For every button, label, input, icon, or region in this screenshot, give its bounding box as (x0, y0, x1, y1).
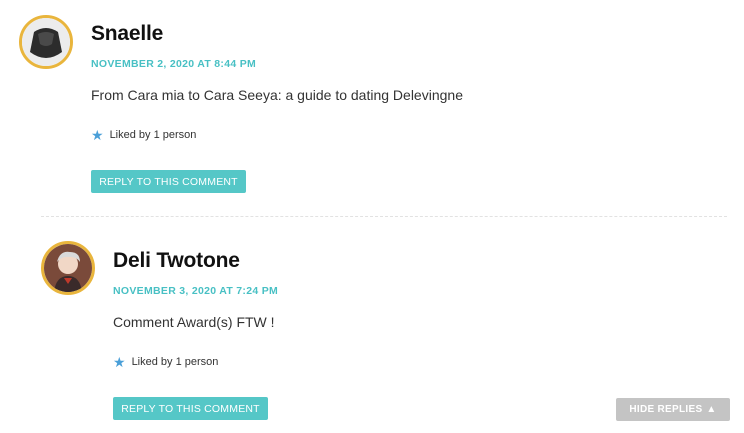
reply-button[interactable]: REPLY TO THIS COMMENT (113, 397, 268, 420)
hide-replies-button[interactable]: HIDE REPLIES ▲ (616, 398, 730, 421)
likes-indicator: ★ Liked by 1 person (91, 128, 196, 142)
likes-text[interactable]: Liked by 1 person (110, 129, 197, 141)
comment-date[interactable]: NOVEMBER 2, 2020 AT 8:44 PM (91, 58, 256, 70)
comment-divider (41, 216, 727, 217)
comment-author[interactable]: Deli Twotone (113, 249, 240, 273)
dark-figure-avatar-icon (22, 18, 70, 66)
reply-button[interactable]: REPLY TO THIS COMMENT (91, 170, 246, 193)
avatar[interactable] (19, 15, 73, 69)
avatar[interactable] (41, 241, 95, 295)
star-icon: ★ (91, 127, 104, 143)
likes-text[interactable]: Liked by 1 person (132, 356, 219, 368)
comment-text: Comment Award(s) FTW ! (113, 314, 275, 330)
comment-text: From Cara mia to Cara Seeya: a guide to … (91, 87, 463, 103)
likes-indicator: ★ Liked by 1 person (113, 355, 218, 369)
comment-date[interactable]: NOVEMBER 3, 2020 AT 7:24 PM (113, 285, 278, 297)
cartoon-character-avatar-icon (44, 244, 92, 292)
triangle-up-icon: ▲ (706, 404, 717, 415)
comment-author[interactable]: Snaelle (91, 22, 163, 46)
hide-replies-label: HIDE REPLIES (629, 404, 703, 415)
star-icon: ★ (113, 354, 126, 370)
